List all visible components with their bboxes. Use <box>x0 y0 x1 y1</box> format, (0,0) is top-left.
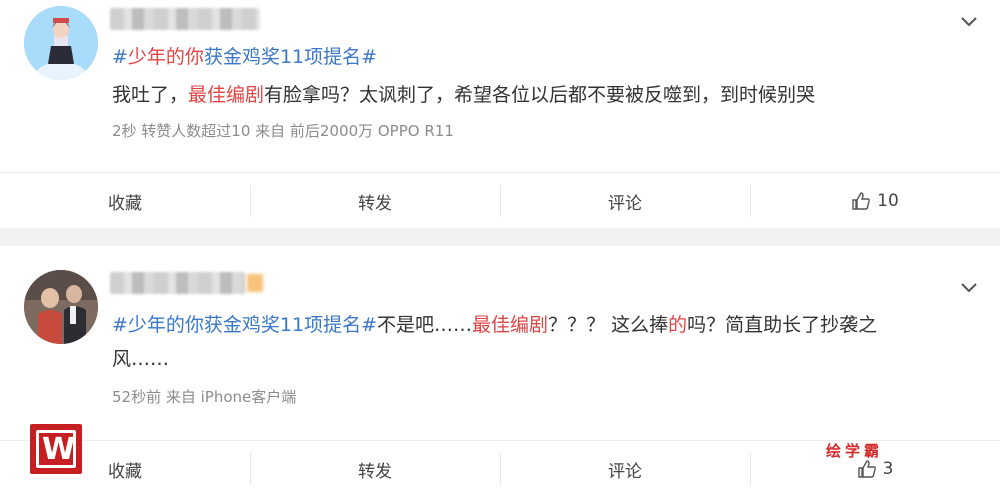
watermark-text: 绘学霸 <box>826 442 884 460</box>
username-blurred[interactable] <box>110 272 245 294</box>
hashtag-link[interactable]: #少年的你获金鸡奖11项提名# <box>112 42 377 72</box>
post-text-part: ？？？ 这么捧 <box>548 314 669 336</box>
post-text: #少年的你获金鸡奖11项提名#不是吧……最佳编剧？？？ 这么捧的吗？简直助长了抄… <box>112 308 920 376</box>
like-count: 10 <box>877 191 899 211</box>
thumbs-up-icon <box>851 191 871 211</box>
highlight-keyword: 最佳编剧 <box>472 314 549 336</box>
chevron-down-icon[interactable] <box>960 278 978 296</box>
weibo-post-1: #少年的你获金鸡奖11项提名# 我吐了，最佳编剧有脸拿吗？太讽刺了，希望各位以后… <box>0 0 1000 228</box>
post-text-part: 有脸拿吗？太讽刺了，希望各位以后都不要被反噬到，到时候别哭 <box>264 84 816 106</box>
post-text: 我吐了，最佳编剧有脸拿吗？太讽刺了，希望各位以后都不要被反噬到，到时候别哭 <box>112 78 920 112</box>
post-text-part: 不是吧…… <box>377 314 473 336</box>
comment-label: 评论 <box>608 193 642 214</box>
hashtag-rest: 获金鸡奖11项提名# <box>203 46 378 68</box>
avatar[interactable] <box>24 6 98 80</box>
action-bar: 收藏 转发 评论 10 <box>0 172 1000 229</box>
post-meta: 2秒 转赞人数超过10 来自 前后2000万 OPPO R11 <box>112 122 454 140</box>
post-meta: 52秒前 来自 iPhone客户端 <box>112 388 297 406</box>
thumbs-up-icon <box>857 459 877 479</box>
repost-label: 转发 <box>358 193 392 214</box>
like-button[interactable]: 10 <box>750 173 1000 229</box>
comment-label: 评论 <box>608 461 642 482</box>
repost-button[interactable]: 转发 <box>250 441 500 497</box>
avatar-illustration <box>24 6 98 80</box>
post-text-part: 我吐了， <box>112 84 189 106</box>
favorite-button[interactable]: 收藏 <box>0 173 250 229</box>
watermark-logo: W <box>30 424 82 474</box>
favorite-label: 收藏 <box>108 461 142 482</box>
comment-button[interactable]: 评论 <box>500 173 750 229</box>
hashtag-link[interactable]: #少年的你获金鸡奖11项提名# <box>112 314 377 336</box>
repost-button[interactable]: 转发 <box>250 173 500 229</box>
highlight-keyword: 最佳编剧 <box>188 84 265 106</box>
favorite-label: 收藏 <box>108 193 142 214</box>
logo-letter: W <box>42 432 76 467</box>
chevron-down-icon[interactable] <box>960 12 978 30</box>
avatar-photo <box>24 270 98 344</box>
hashtag-highlight: 少年的你 <box>127 46 204 68</box>
like-count: 3 <box>882 459 894 479</box>
hashtag-hash: # <box>112 46 128 68</box>
repost-label: 转发 <box>358 461 392 482</box>
comment-button[interactable]: 评论 <box>500 441 750 497</box>
username-blurred[interactable] <box>110 8 260 30</box>
highlight-char: 的 <box>668 314 688 336</box>
avatar[interactable] <box>24 270 98 344</box>
